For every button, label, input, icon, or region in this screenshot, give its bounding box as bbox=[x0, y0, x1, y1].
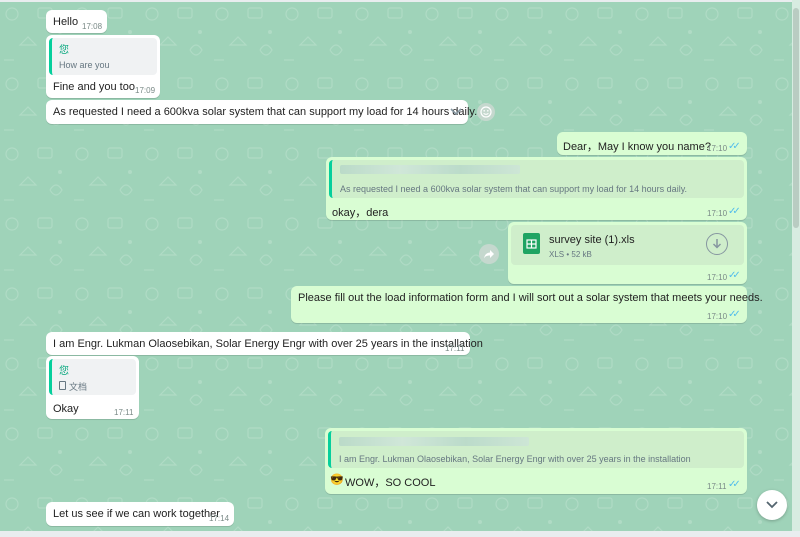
message-text: Please fill out the load information for… bbox=[298, 292, 763, 304]
forward-icon[interactable] bbox=[479, 244, 499, 264]
message-incoming-reply[interactable]: 您 How are you Fine and you too 17:09 bbox=[46, 35, 160, 98]
message-outgoing-reply[interactable]: I am Engr. Lukman Olaosebikan, Solar Ene… bbox=[325, 428, 747, 494]
document-icon bbox=[59, 381, 66, 390]
emoji-icon[interactable] bbox=[477, 103, 495, 121]
quoted-message[interactable]: 您 文档 bbox=[49, 359, 136, 395]
message-time: 17:08 bbox=[82, 22, 103, 31]
message-time: 17:11 bbox=[445, 344, 465, 353]
scroll-down-icon[interactable] bbox=[757, 490, 787, 520]
redacted-name bbox=[340, 165, 520, 174]
message-incoming[interactable]: Hello 17:08 bbox=[46, 10, 107, 33]
message-time: 17:09 bbox=[135, 86, 156, 95]
quote-text: 文档 bbox=[69, 382, 88, 392]
message-text: Fine and you too bbox=[53, 81, 135, 93]
message-text: WOW，SO COOL bbox=[345, 477, 436, 489]
message-time: 17:14 bbox=[209, 514, 230, 523]
message-text: As requested I need a 600kva solar syste… bbox=[53, 106, 478, 118]
message-incoming[interactable]: I am Engr. Lukman Olaosebikan, Solar Ene… bbox=[46, 332, 483, 355]
message-text: okay，dera bbox=[332, 207, 389, 219]
chevron-down-icon[interactable] bbox=[448, 104, 464, 120]
bottom-divider bbox=[0, 531, 800, 537]
quote-author: 您 bbox=[59, 366, 69, 377]
file-attachment[interactable]: survey site (1).xls XLS • 52 kB bbox=[511, 225, 744, 265]
quoted-message[interactable]: I am Engr. Lukman Olaosebikan, Solar Ene… bbox=[328, 431, 744, 468]
message-outgoing[interactable]: Please fill out the load information for… bbox=[291, 286, 763, 323]
message-outgoing[interactable]: Dear，May I know you name? 17:10 ✓✓ bbox=[557, 132, 747, 155]
quote-text: As requested I need a 600kva solar syste… bbox=[340, 184, 688, 194]
scrollbar[interactable] bbox=[792, 0, 800, 537]
spreadsheet-icon bbox=[523, 233, 540, 254]
message-outgoing-file[interactable]: survey site (1).xls XLS • 52 kB 17:10 ✓✓ bbox=[508, 222, 747, 284]
file-name: survey site (1).xls bbox=[549, 234, 635, 246]
file-meta: XLS • 52 kB bbox=[549, 250, 592, 259]
read-ticks-icon: ✓✓ bbox=[728, 141, 741, 152]
message-time: 17:11 bbox=[707, 482, 727, 491]
message-time: 17:10 bbox=[707, 273, 728, 282]
quote-text: How are you bbox=[59, 60, 110, 70]
quoted-message[interactable]: As requested I need a 600kva solar syste… bbox=[329, 160, 744, 198]
read-ticks-icon: ✓✓ bbox=[728, 270, 741, 281]
scrollbar-thumb[interactable] bbox=[793, 8, 799, 228]
message-incoming[interactable]: Let us see if we can work together 17:14 bbox=[46, 502, 234, 526]
message-incoming[interactable]: As requested I need a 600kva solar syste… bbox=[46, 100, 477, 124]
top-divider bbox=[0, 0, 800, 2]
message-text: I am Engr. Lukman Olaosebikan, Solar Ene… bbox=[53, 338, 483, 350]
message-time: 17:10 bbox=[707, 312, 728, 321]
message-outgoing-reply[interactable]: As requested I need a 600kva solar syste… bbox=[326, 157, 747, 220]
message-incoming-reply[interactable]: 您 文档 Okay 17:11 bbox=[46, 356, 139, 419]
message-text: Dear，May I know you name? bbox=[563, 141, 711, 153]
message-text: Let us see if we can work together bbox=[53, 508, 220, 520]
download-icon[interactable] bbox=[706, 233, 728, 255]
quote-author: 您 bbox=[59, 45, 69, 56]
message-time: 17:11 bbox=[114, 408, 134, 417]
message-time: 17:10 bbox=[707, 144, 728, 153]
read-ticks-icon: ✓✓ bbox=[728, 479, 741, 490]
read-ticks-icon: ✓✓ bbox=[728, 309, 741, 320]
read-ticks-icon: ✓✓ bbox=[728, 206, 741, 217]
quoted-message[interactable]: 您 How are you bbox=[49, 38, 157, 75]
emoji: 😎 bbox=[330, 474, 344, 486]
message-text: Hello bbox=[53, 16, 79, 28]
message-text: Okay bbox=[53, 403, 79, 415]
quote-text: I am Engr. Lukman Olaosebikan, Solar Ene… bbox=[339, 454, 691, 464]
redacted-name bbox=[339, 437, 529, 446]
message-time: 17:10 bbox=[707, 209, 728, 218]
